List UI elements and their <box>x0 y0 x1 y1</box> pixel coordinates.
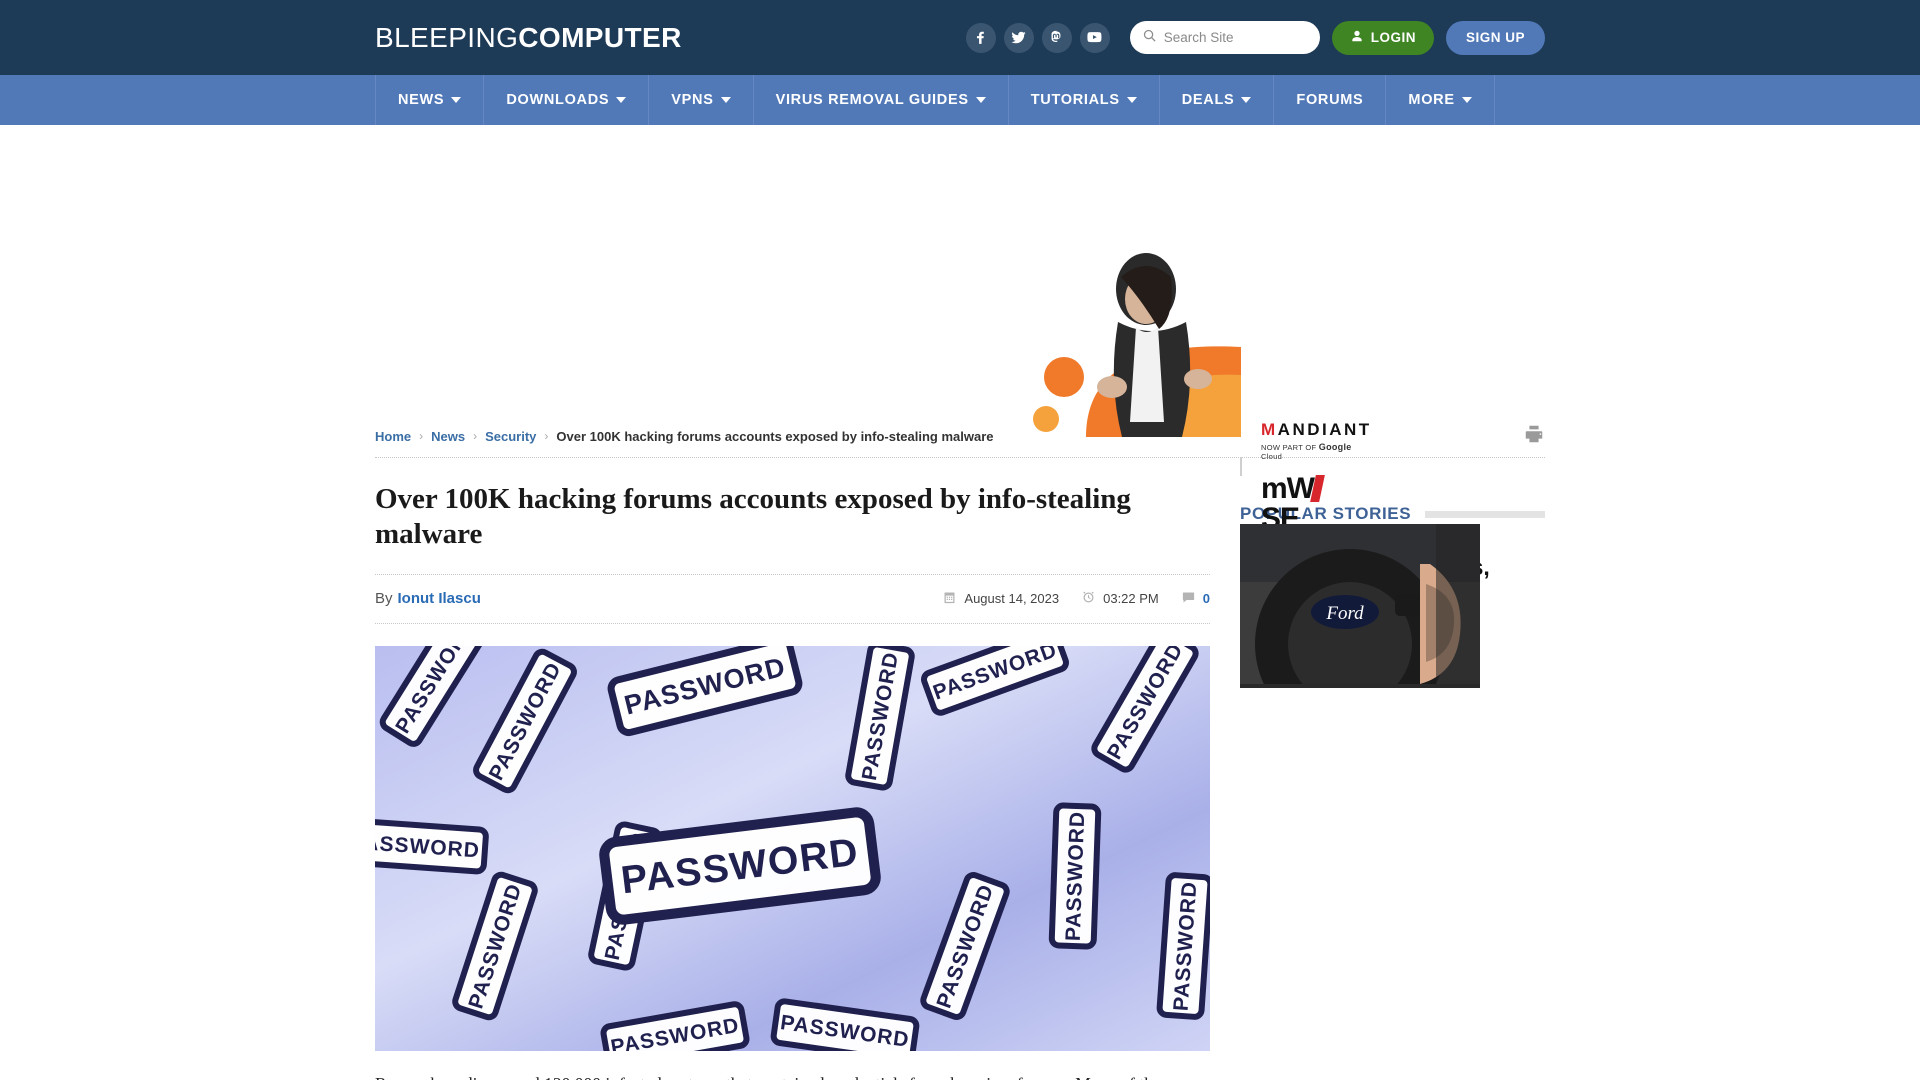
comment-count[interactable]: 0 <box>1181 590 1210 608</box>
popular-story-thumbnail[interactable]: Ford <box>1240 524 1480 739</box>
publish-time-text: 03:22 PM <box>1103 591 1159 607</box>
page-title: Over 100K hacking forums accounts expose… <box>375 483 1131 550</box>
social-links <box>965 22 1110 53</box>
login-label: LOGIN <box>1370 30 1416 45</box>
search-input[interactable] <box>1163 30 1308 45</box>
user-icon <box>1350 29 1364 46</box>
nav-item-label: MORE <box>1408 92 1455 108</box>
by-label: By <box>375 590 393 608</box>
chevron-down-icon <box>616 97 627 103</box>
nav-item-virus-removal-guides[interactable]: VIRUS REMOVAL GUIDES <box>754 75 1009 125</box>
chevron-down-icon <box>1461 97 1472 103</box>
logo-text-light: BLEEPING <box>375 21 519 53</box>
nav-item-label: FORUMS <box>1296 92 1364 108</box>
comment-icon <box>1181 590 1196 608</box>
mastodon-icon[interactable] <box>1041 22 1072 53</box>
breadcrumb-separator-icon: › <box>473 429 478 443</box>
signup-button[interactable]: SIGN UP <box>1445 20 1545 55</box>
search-icon <box>1142 28 1157 48</box>
author-link[interactable]: Ionut Ilascu <box>398 590 481 607</box>
printer-icon[interactable] <box>1523 423 1545 450</box>
publish-date-text: August 14, 2023 <box>964 591 1060 607</box>
main-navigation: NEWS DOWNLOADS VPNS VIRUS REMOVAL GUIDES TUT… <box>0 75 1920 125</box>
article-main-column: Over 100K hacking forums accounts expose… <box>375 458 1210 1080</box>
breadcrumb-item-home[interactable]: Home <box>375 429 411 444</box>
logo-text-bold: COMPUTER <box>518 21 682 53</box>
nav-item-tutorials[interactable]: TUTORIALS <box>1009 75 1160 125</box>
publish-time: 03:22 PM <box>1081 590 1159 608</box>
twitter-icon[interactable] <box>1003 22 1034 53</box>
sidebar: mWSE SEPTEMBER 18-20, 2023 When we join … <box>1033 253 1545 1080</box>
nav-item-vpns[interactable]: VPNS <box>649 75 754 125</box>
article-hero-image: PASSWORD PASSWORD <box>375 645 1210 1051</box>
login-button[interactable]: LOGIN <box>1331 20 1434 55</box>
facebook-icon[interactable] <box>965 22 996 53</box>
nav-item-label: VIRUS REMOVAL GUIDES <box>775 92 969 108</box>
publish-date: August 14, 2023 <box>942 590 1059 608</box>
calendar-icon <box>942 590 957 608</box>
article-body-paragraph: Researchers discovered 120,000 infected … <box>375 1051 1210 1080</box>
nav-item-news[interactable]: NEWS <box>375 75 485 125</box>
breadcrumb-separator-icon: › <box>544 429 549 443</box>
nav-item-label: DOWNLOADS <box>506 92 610 108</box>
signup-label: SIGN UP <box>1465 30 1525 45</box>
section-rule <box>1425 510 1545 518</box>
comment-count-value: 0 <box>1202 591 1210 607</box>
nav-item-label: TUTORIALS <box>1030 92 1120 108</box>
nav-item-label: VPNS <box>671 92 714 108</box>
site-logo[interactable]: BLEEPINGCOMPUTER <box>375 22 682 54</box>
clock-icon <box>1081 590 1096 608</box>
chevron-down-icon <box>1241 97 1252 103</box>
nav-item-label: NEWS <box>398 92 445 108</box>
nav-item-downloads[interactable]: DOWNLOADS <box>484 75 650 125</box>
breadcrumb-item-security[interactable]: Security <box>485 429 536 444</box>
chevron-down-icon <box>975 97 986 103</box>
article-byline: By Ionut Ilascu August 14, 2023 03:22 PM <box>375 575 1210 623</box>
sidebar-ad[interactable]: mWSE SEPTEMBER 18-20, 2023 When we join … <box>1033 253 1490 676</box>
chevron-down-icon <box>1126 97 1137 103</box>
top-ad-slot <box>375 125 1545 415</box>
nav-item-label: DEALS <box>1181 92 1235 108</box>
nav-item-deals[interactable]: DEALS <box>1160 75 1275 125</box>
nav-item-more[interactable]: MORE <box>1386 75 1495 125</box>
chevron-down-icon <box>720 97 731 103</box>
breadcrumb-item-news[interactable]: News <box>431 429 465 444</box>
site-header: BLEEPINGCOMPUTER Search Site LOGIN SIGN … <box>0 0 1920 75</box>
breadcrumb-separator-icon: › <box>419 429 424 443</box>
nav-item-forums[interactable]: FORUMS <box>1274 75 1387 125</box>
chevron-down-icon <box>451 97 462 103</box>
breadcrumb-current: Over 100K hacking forums accounts expose… <box>556 428 994 444</box>
youtube-icon[interactable] <box>1079 22 1110 53</box>
divider <box>375 622 1210 624</box>
search-box[interactable] <box>1129 21 1320 54</box>
